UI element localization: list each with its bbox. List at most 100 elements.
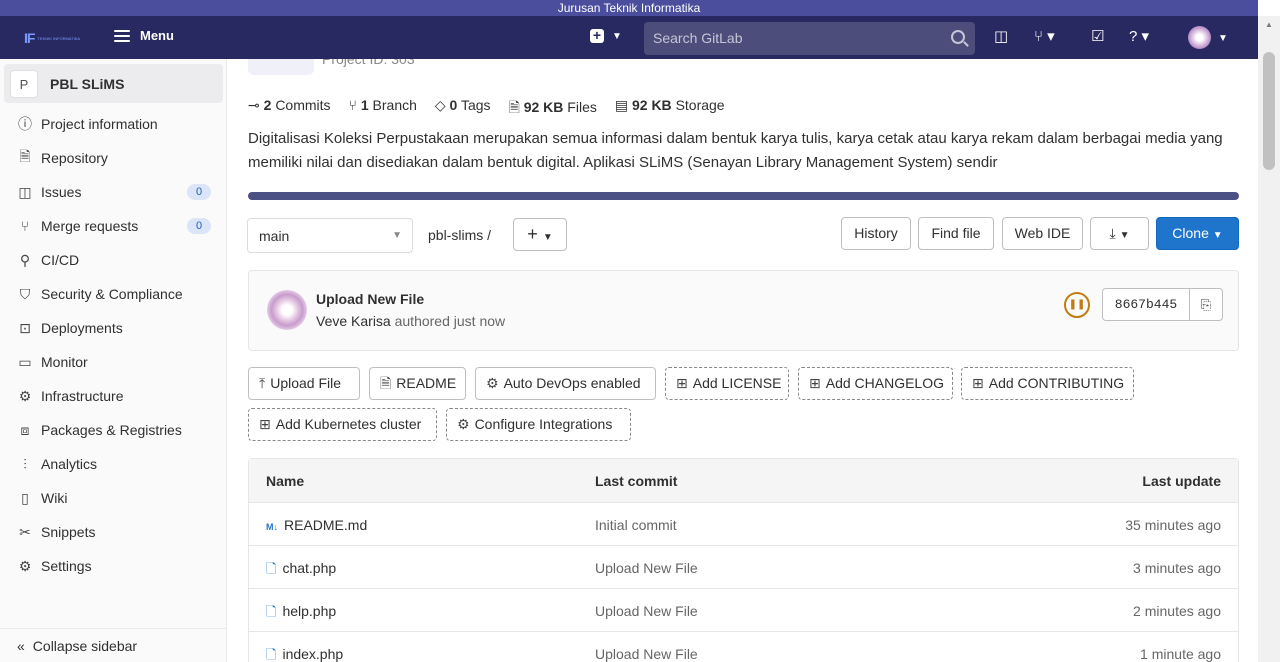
clone-button[interactable]: Clone ▼ bbox=[1156, 217, 1239, 250]
merge-requests-count-badge: 0 bbox=[187, 218, 211, 234]
file-last-commit[interactable]: Initial commit bbox=[595, 517, 677, 533]
sidebar-item-snippets[interactable]: ✂ Snippets bbox=[0, 515, 227, 549]
file-last-update: 35 minutes ago bbox=[1125, 517, 1221, 533]
file-name[interactable]: 🗋 index.php bbox=[266, 646, 343, 662]
breadcrumb: pbl-slims / bbox=[428, 227, 491, 243]
sidebar-project-header[interactable]: P PBL SLiMS bbox=[4, 64, 223, 103]
column-header-last-update: Last update bbox=[1142, 473, 1221, 489]
sidebar-item-label: CI/CD bbox=[41, 252, 80, 268]
sidebar-item-issues[interactable]: ◫ Issues 0 bbox=[0, 175, 227, 209]
chevron-down-icon: ▼ bbox=[612, 30, 622, 42]
sidebar-item-repository[interactable]: 🗎 Repository bbox=[0, 141, 227, 175]
logo-tagline: TEKNIK INFORMATIKA bbox=[37, 35, 81, 41]
gear-icon: ⚙ bbox=[18, 557, 32, 574]
menu-button[interactable]: Menu bbox=[114, 28, 174, 43]
file-last-commit[interactable]: Upload New File bbox=[595, 646, 698, 662]
sidebar-item-ci-cd[interactable]: ⚲ CI/CD bbox=[0, 243, 227, 277]
search-input[interactable]: Search GitLab bbox=[644, 22, 975, 55]
sidebar-item-security[interactable]: ⛉ Security & Compliance bbox=[0, 277, 227, 311]
merge-request-icon: ⑂ bbox=[20, 218, 30, 234]
chevron-down-icon[interactable]: ▼ bbox=[1218, 31, 1228, 47]
last-commit-panel: Upload New File Veve Karisa authored jus… bbox=[248, 270, 1239, 351]
tags-stat[interactable]: ◇ 0 Tags bbox=[435, 97, 491, 121]
sidebar-item-settings[interactable]: ⚙ Settings bbox=[0, 549, 227, 583]
sidebar-item-project-information[interactable]: ⓘ Project information bbox=[0, 107, 227, 141]
commit-author[interactable]: Veve Karisa bbox=[316, 313, 391, 329]
branch-icon: ⑂ bbox=[348, 97, 361, 113]
file-name[interactable]: 🗋 chat.php bbox=[266, 560, 336, 582]
upload-file-button[interactable]: ⤒ Upload File bbox=[248, 367, 360, 400]
sidebar-item-monitor[interactable]: ▭ Monitor bbox=[0, 345, 227, 379]
files-stat[interactable]: 🗎 92 KB Files bbox=[509, 97, 597, 121]
search-icon bbox=[951, 30, 965, 44]
project-avatar: P bbox=[10, 69, 38, 98]
sidebar-item-deployments[interactable]: ⊡ Deployments bbox=[0, 311, 227, 345]
sidebar-item-analytics[interactable]: ⫶ Analytics bbox=[0, 447, 227, 481]
readme-button[interactable]: 🗎 README bbox=[369, 367, 466, 400]
sidebar-item-label: Security & Compliance bbox=[41, 286, 183, 302]
gear-icon: ⚙ bbox=[486, 375, 499, 391]
add-kubernetes-cluster-button[interactable]: ⊞ Add Kubernetes cluster bbox=[248, 408, 437, 441]
find-file-button[interactable]: Find file bbox=[918, 217, 994, 250]
file-icon: 🗋 bbox=[266, 647, 277, 662]
project-id: Project ID: 303 bbox=[322, 59, 415, 67]
add-license-button[interactable]: ⊞ Add LICENSE bbox=[665, 367, 789, 400]
sidebar-item-label: Deployments bbox=[41, 320, 123, 336]
sidebar-item-infrastructure[interactable]: ⚙ Infrastructure bbox=[0, 379, 227, 413]
hamburger-icon bbox=[114, 29, 130, 42]
branch-stat[interactable]: ⑂ 1 Branch bbox=[349, 97, 417, 121]
add-to-tree-dropdown[interactable]: + ▼ bbox=[513, 218, 567, 251]
breadcrumb-separator: / bbox=[487, 227, 492, 243]
help-icon[interactable]: ? ▾ bbox=[1129, 29, 1149, 45]
sidebar-item-label: Packages & Registries bbox=[41, 422, 182, 438]
branch-selector[interactable]: main ▼ bbox=[247, 218, 413, 253]
chevron-down-icon: ▼ bbox=[1119, 230, 1130, 241]
table-row[interactable]: M↓ README.md Initial commit 35 minutes ag… bbox=[249, 503, 1238, 546]
package-icon: ⧈ bbox=[20, 421, 30, 438]
table-row[interactable]: 🗋 index.php Upload New File 1 minute ago bbox=[249, 632, 1238, 662]
commit-meta: Veve Karisa authored just now bbox=[316, 313, 506, 329]
file-name[interactable]: 🗋 help.php bbox=[266, 603, 336, 625]
web-ide-button[interactable]: Web IDE bbox=[1002, 217, 1083, 250]
download-dropdown[interactable]: ⤓ ▼ bbox=[1090, 217, 1149, 250]
user-avatar[interactable] bbox=[1188, 26, 1211, 49]
breadcrumb-repo[interactable]: pbl-slims bbox=[428, 227, 483, 243]
file-icon: 🗋 bbox=[266, 604, 277, 619]
author-avatar[interactable] bbox=[267, 290, 307, 330]
sidebar-item-wiki[interactable]: ▯ Wiki bbox=[0, 481, 227, 515]
file-last-commit[interactable]: Upload New File bbox=[595, 560, 698, 576]
table-row[interactable]: 🗋 chat.php Upload New File 3 minutes ago bbox=[249, 546, 1238, 589]
scrollbar-thumb[interactable] bbox=[1263, 52, 1275, 170]
plus-square-icon: + bbox=[590, 28, 604, 43]
copy-icon[interactable]: ⎘ bbox=[1189, 288, 1223, 321]
gear-icon: ⚙ bbox=[457, 416, 470, 432]
sidebar-item-packages[interactable]: ⧈ Packages & Registries bbox=[0, 413, 227, 447]
auto-devops-button[interactable]: ⚙ Auto DevOps enabled bbox=[475, 367, 656, 400]
add-changelog-button[interactable]: ⊞ Add CHANGELOG bbox=[798, 367, 953, 400]
shield-icon: ⛉ bbox=[19, 285, 31, 302]
add-contributing-button[interactable]: ⊞ Add CONTRIBUTING bbox=[961, 367, 1134, 400]
page-scrollbar[interactable]: ▲ bbox=[1258, 16, 1280, 662]
sidebar-item-label: Wiki bbox=[41, 490, 68, 506]
new-dropdown-button[interactable]: + ▼ bbox=[590, 28, 622, 43]
issues-icon[interactable]: ◫ bbox=[994, 29, 1008, 45]
merge-request-dropdown-icon[interactable]: ⑂ ▾ bbox=[1034, 29, 1055, 45]
commit-sha[interactable]: 8667b445 bbox=[1102, 288, 1190, 321]
sidebar-item-merge-requests[interactable]: ⑂ Merge requests 0 bbox=[0, 209, 227, 243]
document-icon: 🗎 bbox=[380, 375, 392, 391]
history-button[interactable]: History bbox=[841, 217, 911, 250]
gitlab-logo[interactable]: IF TEKNIK INFORMATIKA bbox=[24, 30, 80, 46]
table-row[interactable]: 🗋 help.php Upload New File 2 minutes ago bbox=[249, 589, 1238, 632]
collapse-sidebar-button[interactable]: « Collapse sidebar bbox=[0, 628, 227, 662]
scroll-up-arrow-icon[interactable]: ▲ bbox=[1265, 20, 1273, 29]
configure-integrations-button[interactable]: ⚙ Configure Integrations bbox=[446, 408, 631, 441]
sidebar-item-label: Analytics bbox=[41, 456, 98, 472]
todo-icon[interactable]: ☑ bbox=[1091, 29, 1104, 45]
commits-stat[interactable]: ⊸ 2 Commits bbox=[248, 97, 331, 121]
file-last-commit[interactable]: Upload New File bbox=[595, 603, 698, 619]
pipeline-paused-icon[interactable]: ❚❚ bbox=[1064, 292, 1090, 318]
storage-stat[interactable]: ▤ 92 KB Storage bbox=[615, 97, 725, 121]
commit-title[interactable]: Upload New File bbox=[316, 291, 424, 307]
book-icon: ▯ bbox=[21, 489, 29, 506]
file-name[interactable]: M↓ README.md bbox=[266, 517, 367, 533]
